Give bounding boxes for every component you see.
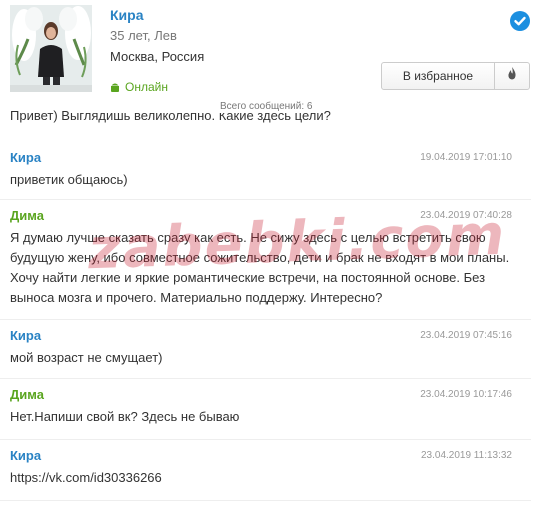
message-author[interactable]: Кира (10, 328, 41, 343)
total-messages-count: Всего сообщений: 6 (218, 101, 315, 113)
message-text: Нет.Напиши свой вк? Здесь не бываю (10, 409, 240, 424)
message-time: 23.04.2019 07:40:28 (420, 210, 512, 221)
message-divider (0, 319, 531, 320)
fire-button[interactable] (494, 62, 530, 90)
message-author[interactable]: Дима (10, 208, 44, 223)
message-text: приветик общаюсь) (10, 172, 128, 187)
message-divider (0, 500, 531, 501)
message-text: мой возраст не смущает) (10, 350, 163, 365)
message-divider (0, 378, 531, 379)
message-time: 19.04.2019 17:01:10 (420, 152, 512, 163)
avatar-photo (10, 5, 92, 92)
message-text[interactable]: https://vk.com/id30336266 (10, 468, 516, 488)
verified-check-icon (510, 11, 530, 31)
message-time: 23.04.2019 07:45:16 (420, 330, 512, 341)
message-time: 23.04.2019 10:17:46 (420, 389, 512, 400)
online-status: Онлайн (110, 80, 168, 94)
message-divider (0, 199, 531, 200)
fire-icon (507, 67, 517, 85)
online-status-label: Онлайн (125, 80, 168, 94)
profile-age-sign: 35 лет, Лев (110, 28, 177, 43)
profile-city: Москва, Россия (110, 49, 205, 64)
message-author[interactable]: Кира (10, 448, 41, 463)
profile-avatar[interactable] (10, 5, 92, 92)
profile-header: Кира 35 лет, Лев Москва, Россия Онлайн В… (0, 0, 541, 113)
message-divider (0, 439, 531, 440)
add-to-favorites-button[interactable]: В избранное (381, 62, 495, 90)
android-icon (110, 82, 120, 93)
message-author[interactable]: Дима (10, 387, 44, 402)
message-author[interactable]: Кира (10, 150, 41, 165)
message-text: Я думаю лучше сказать сразу как есть. Не… (10, 230, 510, 305)
profile-name[interactable]: Кира (110, 7, 144, 23)
message-time: 23.04.2019 11:13:32 (420, 450, 512, 461)
